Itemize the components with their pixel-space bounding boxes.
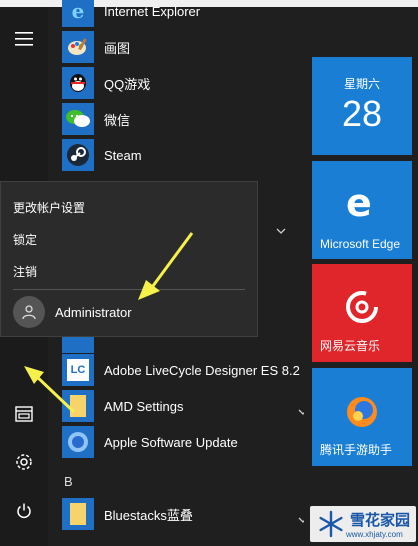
arrow-to-user-icon xyxy=(24,366,76,414)
watermark-url: www.xhjaty.com xyxy=(345,530,403,539)
annotation-arrows xyxy=(24,232,194,414)
arrow-to-administrator xyxy=(138,232,194,300)
watermark-text: 雪花家园 xyxy=(349,512,410,529)
watermark: 雪花家园 www.xhjaty.com xyxy=(309,506,416,542)
snowflake-logo-icon xyxy=(319,510,343,538)
